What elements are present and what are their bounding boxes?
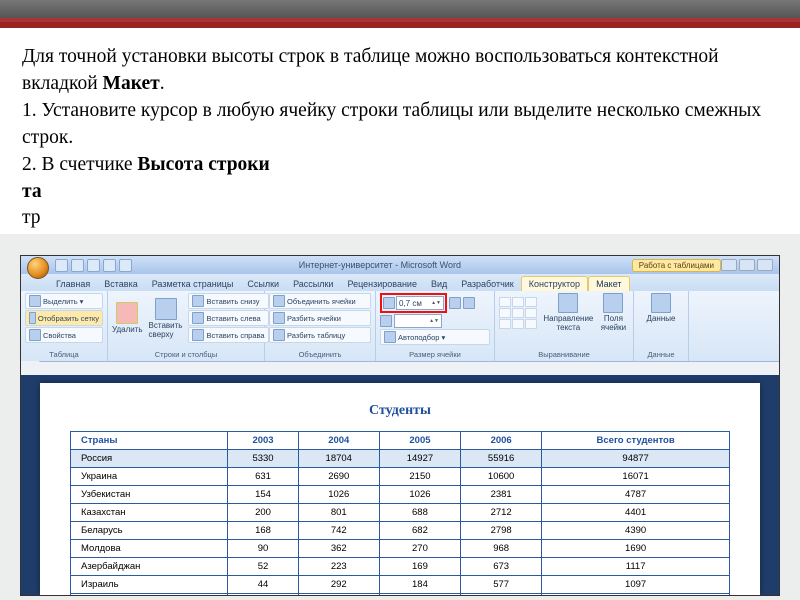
cell-margins-button[interactable]: Поля ячейки	[598, 314, 629, 332]
table-row[interactable]: Казахстан20080168827124401	[71, 504, 730, 522]
show-grid-button[interactable]: Отобразить сетку	[25, 310, 103, 326]
row-height-spinner[interactable]: 0,7 см ▲▼	[396, 296, 444, 310]
insert-below-button[interactable]: Вставить снизу	[188, 293, 268, 309]
tab-макет[interactable]: Макет	[588, 276, 629, 291]
table-header: 2005	[379, 432, 460, 450]
select-button[interactable]: Выделить ▾	[25, 293, 103, 309]
table-row[interactable]: Израиль442921845771097	[71, 576, 730, 594]
students-table[interactable]: Страны2003200420052006Всего студентовРос…	[70, 431, 730, 595]
tab-вид[interactable]: Вид	[424, 277, 454, 291]
autofit-button[interactable]: Автоподбор ▾	[380, 329, 490, 345]
row-height-icon	[383, 297, 395, 309]
contextual-tab-label: Работа с таблицами	[632, 259, 721, 272]
data-button[interactable]: Данные	[647, 314, 676, 323]
window-titlebar: Интернет-университет - Microsoft Word Ра…	[21, 256, 779, 274]
ribbon: Выделить ▾ Отобразить сетку Свойства Таб…	[21, 291, 779, 362]
alignment-grid[interactable]	[499, 297, 537, 329]
table-row[interactable]: Беларусь16874268227984390	[71, 522, 730, 540]
ribbon-tabs[interactable]: ГлавнаяВставкаРазметка страницыСсылкиРас…	[21, 274, 779, 291]
page: Студенты Страны2003200420052006Всего сту…	[40, 383, 760, 595]
insert-right-button[interactable]: Вставить справа	[188, 327, 268, 343]
tab-вставка[interactable]: Вставка	[97, 277, 144, 291]
distribute-rows-icon[interactable]	[449, 297, 461, 309]
col-width-spinner[interactable]: ▲▼	[394, 314, 442, 328]
row-height-highlight: 0,7 см ▲▼	[380, 293, 447, 313]
insert-left-button[interactable]: Вставить слева	[188, 310, 268, 326]
table-row[interactable]: Латвия721211915651090	[71, 594, 730, 596]
tab-разработчик[interactable]: Разработчик	[454, 277, 520, 291]
tab-главная[interactable]: Главная	[49, 277, 97, 291]
table-header: 2006	[461, 432, 542, 450]
table-header: Всего студентов	[542, 432, 730, 450]
tab-ссылки[interactable]: Ссылки	[240, 277, 286, 291]
table-header: 2003	[228, 432, 298, 450]
table-row[interactable]: Азербайджан522231696731117	[71, 558, 730, 576]
distribute-cols-icon[interactable]	[463, 297, 475, 309]
table-row[interactable]: Россия533018704149275591694877	[71, 450, 730, 468]
quick-access-toolbar[interactable]	[55, 259, 132, 272]
office-button[interactable]	[27, 257, 49, 279]
tab-рецензирование[interactable]: Рецензирование	[340, 277, 424, 291]
table-row[interactable]: Украина631269021501060016071	[71, 468, 730, 486]
merge-cells-button[interactable]: Объединить ячейки	[269, 293, 371, 309]
word-screenshot: Интернет-университет - Microsoft Word Ра…	[20, 255, 780, 596]
table-row[interactable]: Молдова903622709681690	[71, 540, 730, 558]
window-title: Интернет-университет - Microsoft Word	[132, 260, 628, 270]
document-area: Студенты Страны2003200420052006Всего сту…	[21, 375, 779, 595]
split-table-button[interactable]: Разбить таблицу	[269, 327, 371, 343]
tab-разметка страницы[interactable]: Разметка страницы	[145, 277, 241, 291]
tab-рассылки[interactable]: Рассылки	[286, 277, 340, 291]
doc-heading: Студенты	[70, 403, 730, 419]
insert-above-button[interactable]: Вставить сверху	[149, 321, 183, 339]
instruction-text: Для точной установки высоты строк в табл…	[0, 28, 800, 234]
properties-button[interactable]: Свойства	[25, 327, 103, 343]
delete-button[interactable]: Удалить	[112, 325, 143, 334]
table-row[interactable]: Узбекистан1541026102623814787	[71, 486, 730, 504]
split-cells-button[interactable]: Разбить ячейки	[269, 310, 371, 326]
tab-конструктор[interactable]: Конструктор	[521, 276, 588, 291]
text-direction-button[interactable]: Направление текста	[543, 314, 594, 332]
window-controls[interactable]	[721, 259, 773, 271]
table-header: 2004	[298, 432, 379, 450]
table-header: Страны	[71, 432, 228, 450]
